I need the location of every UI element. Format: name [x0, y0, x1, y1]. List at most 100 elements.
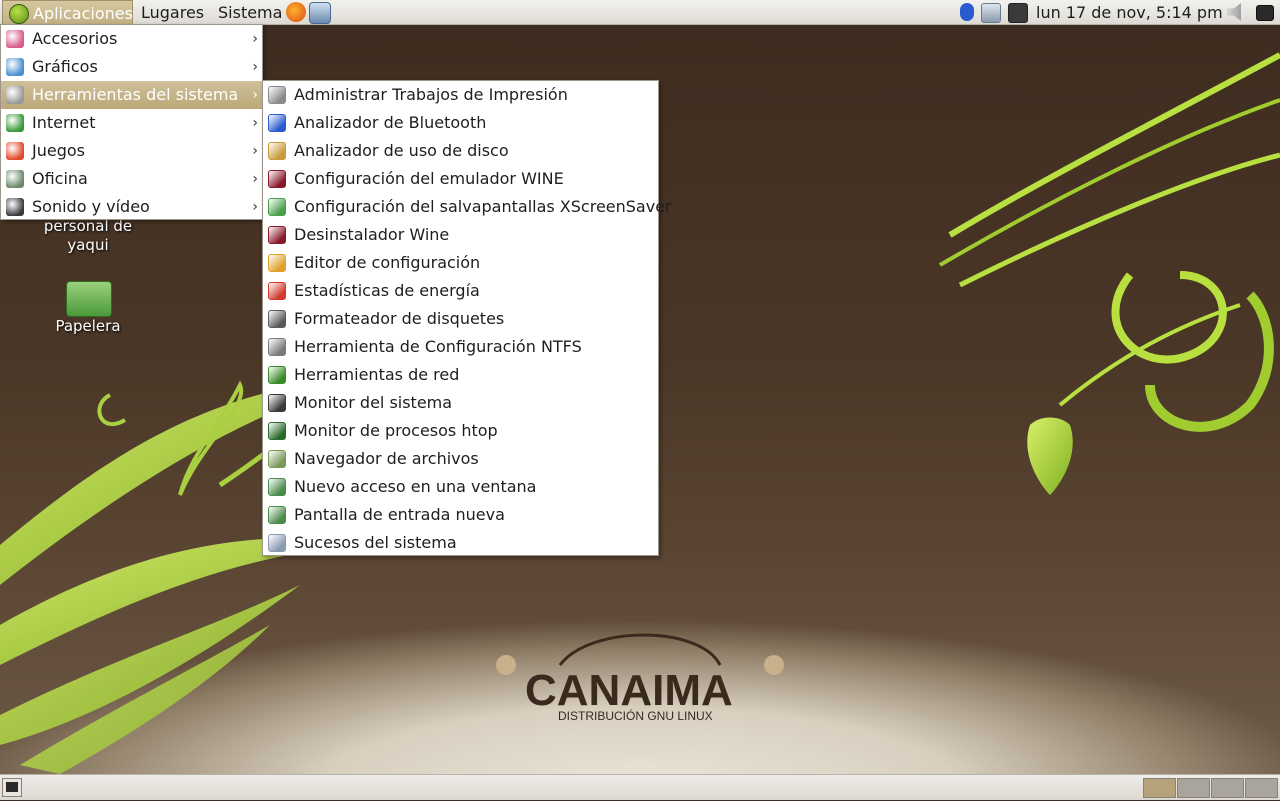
submenu-item-label: Navegador de archivos [294, 449, 479, 468]
floppy-icon [268, 310, 286, 328]
office-icon [6, 170, 24, 188]
workspace-3[interactable] [1211, 778, 1244, 798]
submenu-item-label: Editor de configuración [294, 253, 481, 272]
submenu-item[interactable]: Estadísticas de energía [263, 277, 658, 305]
submenu-item[interactable]: Navegador de archivos [263, 445, 658, 473]
bluetooth-icon[interactable] [960, 3, 974, 21]
workspace-1[interactable] [1143, 778, 1176, 798]
config-editor-icon [268, 254, 286, 272]
system-log-icon [268, 534, 286, 552]
menu-item-label: Gráficos [32, 57, 98, 76]
menu-item-herramientas-del-sistema[interactable]: Herramientas del sistema › [1, 81, 262, 109]
applications-menu-label: Aplicaciones [33, 4, 133, 23]
show-desktop-button[interactable] [2, 778, 22, 797]
menu-item-gráficos[interactable]: Gráficos › [1, 53, 262, 81]
submenu-item-label: Monitor del sistema [294, 393, 453, 412]
printer-icon [268, 86, 286, 104]
new-login-window-icon [268, 478, 286, 496]
submenu-item-label: Nuevo acceso en una ventana [294, 477, 537, 496]
submenu-item[interactable]: Monitor del sistema [263, 389, 658, 417]
games-icon [6, 142, 24, 160]
submenu-item[interactable]: Herramientas de red [263, 361, 658, 389]
ntfs-icon [268, 338, 286, 356]
menu-item-oficina[interactable]: Oficina › [1, 165, 262, 193]
submenu-arrow-icon: › [252, 171, 258, 187]
submenu-item-label: Estadísticas de energía [294, 281, 480, 300]
submenu-item-label: Herramienta de Configuración NTFS [294, 337, 582, 356]
submenu-item[interactable]: Sucesos del sistema [263, 529, 658, 557]
submenu-item-label: Analizador de Bluetooth [294, 113, 487, 132]
top-panel: Aplicaciones Lugares Sistema lun 17 de n… [0, 0, 1280, 25]
canaima-logo-icon [9, 4, 29, 24]
submenu-item[interactable]: Editor de configuración [263, 249, 658, 277]
bottom-panel [0, 774, 1280, 800]
mail-client-icon[interactable] [309, 2, 331, 24]
submenu-item[interactable]: Administrar Trabajos de Impresión [263, 81, 658, 109]
applications-menu-button[interactable]: Aplicaciones [2, 0, 133, 25]
accessories-icon [6, 30, 24, 48]
submenu-item[interactable]: Desinstalador Wine [263, 221, 658, 249]
menu-item-internet[interactable]: Internet › [1, 109, 262, 137]
show-desktop-icon [6, 782, 18, 792]
desktop-icon-trash-label[interactable]: Papelera [28, 317, 148, 336]
menu-item-sonido-y-vídeo[interactable]: Sonido y vídeo › [1, 193, 262, 221]
printer-error-icon[interactable] [1008, 3, 1028, 23]
workspace-4[interactable] [1245, 778, 1278, 798]
submenu-item-label: Monitor de procesos htop [294, 421, 498, 440]
network-tools-icon [268, 366, 286, 384]
submenu-arrow-icon: › [252, 87, 258, 103]
system-menu-label: Sistema [218, 3, 283, 22]
power-stats-icon [268, 282, 286, 300]
clock[interactable]: lun 17 de nov, 5:14 pm [1036, 0, 1223, 25]
submenu-item-label: Pantalla de entrada nueva [294, 505, 505, 524]
submenu-arrow-icon: › [252, 115, 258, 131]
wine-glass-icon [268, 226, 286, 244]
desktop-icon-home-label[interactable]: personal de yaqui [28, 217, 148, 255]
submenu-arrow-icon: › [252, 31, 258, 47]
volume-icon[interactable] [1227, 3, 1241, 21]
submenu-item-label: Formateador de disquetes [294, 309, 505, 328]
show-desktop-icon[interactable] [1256, 5, 1274, 21]
workspace-2[interactable] [1177, 778, 1210, 798]
applications-menu: Accesorios › Gráficos › Herramientas del sis… [0, 24, 263, 220]
submenu-item[interactable]: Configuración del salvapantallas XScreen… [263, 193, 672, 221]
submenu-item[interactable]: Analizador de uso de disco [263, 137, 658, 165]
submenu-item-label: Sucesos del sistema [294, 533, 457, 552]
submenu-item-label: Analizador de uso de disco [294, 141, 509, 160]
submenu-item[interactable]: Monitor de procesos htop [263, 417, 658, 445]
submenu-item-label: Administrar Trabajos de Impresión [294, 85, 568, 104]
submenu-arrow-icon: › [252, 199, 258, 215]
submenu-item[interactable]: Nuevo acceso en una ventana [263, 473, 658, 501]
htop-icon [268, 422, 286, 440]
wallpaper-tagline: DISTRIBUCIÓN GNU LINUX [558, 708, 713, 723]
submenu-item-label: Configuración del emulador WINE [294, 169, 564, 188]
disk-usage-icon [268, 142, 286, 160]
menu-item-label: Herramientas del sistema [32, 85, 239, 104]
wine-glass-icon [268, 170, 286, 188]
submenu-item[interactable]: Formateador de disquetes [263, 305, 658, 333]
system-monitor-icon [268, 394, 286, 412]
firefox-icon[interactable] [286, 2, 306, 22]
submenu-item[interactable]: Configuración del emulador WINE [263, 165, 658, 193]
submenu-item[interactable]: Analizador de Bluetooth [263, 109, 658, 137]
submenu-arrow-icon: › [252, 59, 258, 75]
menu-item-accesorios[interactable]: Accesorios › [1, 25, 262, 53]
trash-icon[interactable] [66, 281, 112, 317]
bluetooth-icon [268, 114, 286, 132]
submenu-arrow-icon: › [252, 143, 258, 159]
submenu-item[interactable]: Pantalla de entrada nueva [263, 501, 658, 529]
menu-item-label: Oficina [32, 169, 88, 188]
internet-icon [6, 114, 24, 132]
system-tools-icon [6, 86, 24, 104]
submenu-item[interactable]: Herramienta de Configuración NTFS [263, 333, 658, 361]
file-browser-icon [268, 450, 286, 468]
new-login-screen-icon [268, 506, 286, 524]
system-tools-submenu: Administrar Trabajos de Impresión Analiza… [262, 80, 672, 557]
sound-video-icon [6, 198, 24, 216]
workspace-switcher [1143, 775, 1278, 801]
menu-item-juegos[interactable]: Juegos › [1, 137, 262, 165]
places-menu-button[interactable]: Lugares [135, 0, 210, 25]
places-menu-label: Lugares [141, 3, 205, 22]
network-manager-icon[interactable] [981, 3, 1001, 23]
system-menu-button[interactable]: Sistema [212, 0, 288, 25]
